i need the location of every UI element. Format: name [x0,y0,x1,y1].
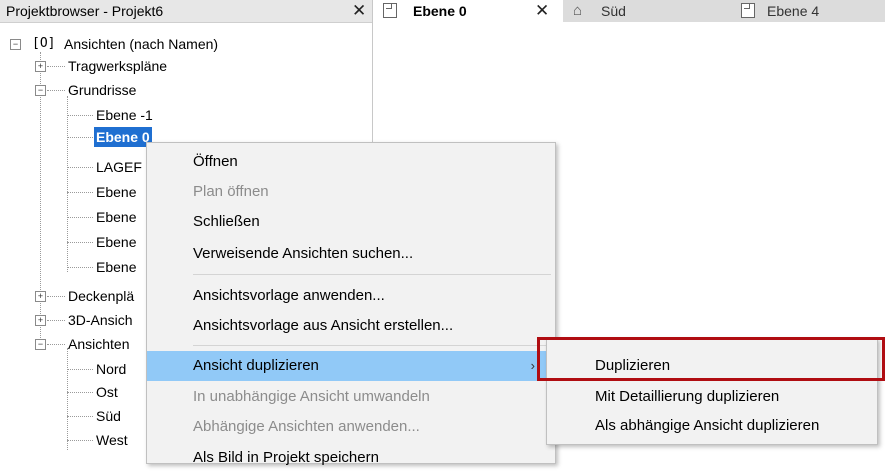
submenu-item-mit-detaillierung[interactable]: Mit Detaillierung duplizieren [547,382,877,412]
submenu-item-label: Duplizieren [595,357,671,374]
menu-separator [193,274,551,275]
duplicate-submenu: Duplizieren Mit Detaillierung dupliziere… [546,338,878,445]
tree-node-label: Grundrisse [68,82,137,98]
tab-label: Ebene 0 [413,3,467,19]
menu-item-abhaengige-ansichten: Abhängige Ansichten anwenden... [147,412,555,442]
elevation-icon: ⌂ [573,2,583,19]
submenu-item-label: Als abhängige Ansicht duplizieren [595,417,820,434]
project-browser-title: Projektbrowser - Projekt6 [6,3,164,19]
expand-icon[interactable]: + [35,315,46,326]
tab-ebene-4[interactable]: Ebene 4 [733,0,885,22]
menu-item-label: Als Bild in Projekt speichern [193,449,379,466]
tree-node-label: 3D-Ansich [68,312,133,328]
menu-item-label: In unabhängige Ansicht umwandeln [193,388,430,405]
menu-item-oeffnen[interactable]: Öffnen [147,147,555,177]
tree-item-label: Ebene [96,259,137,275]
menu-item-plan-oeffnen: Plan öffnen [147,177,555,207]
expand-icon[interactable]: + [35,61,46,72]
tree-item-label: Ebene [96,209,137,225]
context-menu: Öffnen Plan öffnen Schließen Verweisende… [146,142,556,466]
collapse-icon[interactable]: − [35,85,46,96]
menu-item-label: Plan öffnen [193,183,269,200]
menu-item-als-bild-speichern[interactable]: Als Bild in Projekt speichern [147,443,555,473]
menu-separator [193,345,551,346]
menu-item-ansichtsvorlage-anwenden[interactable]: Ansichtsvorlage anwenden... [147,281,555,311]
chevron-right-icon: › [530,358,535,373]
view-tab-bar: Ebene 0 ✕ ⌂ Süd Ebene 4 [373,0,885,22]
submenu-item-duplizieren[interactable]: Duplizieren [547,351,877,381]
menu-item-label: Abhängige Ansichten anwenden... [193,418,420,435]
floor-plan-icon [383,3,397,18]
tab-sued[interactable]: ⌂ Süd [563,0,733,22]
menu-item-ansicht-duplizieren[interactable]: Ansicht duplizieren › [147,351,555,381]
tree-item-label: West [96,432,128,448]
floor-plan-icon [741,3,755,18]
tree-node-label: Deckenplä [68,288,135,304]
tree-item-label: Ebene 0 [94,127,152,147]
tree-node-label: Ansichten (nach Namen) [64,36,219,52]
tab-label: Süd [601,3,626,19]
menu-item-label: Schließen [193,213,260,230]
tree-guide-line [67,348,68,450]
expand-icon[interactable]: + [35,291,46,302]
menu-item-unabhaengige-ansicht: In unabhängige Ansicht umwandeln [147,382,555,412]
tree-item-label: Ebene -1 [96,107,153,123]
tree-node-label: Ansichten [68,336,130,352]
menu-item-ansichtsvorlage-erstellen[interactable]: Ansichtsvorlage aus Ansicht erstellen... [147,311,555,341]
tree-item-label: Ebene [96,184,137,200]
menu-item-label: Ansichtsvorlage aus Ansicht erstellen... [193,317,454,334]
tree-item-label: Ost [96,384,118,400]
submenu-item-als-abhaengige-ansicht[interactable]: Als abhängige Ansicht duplizieren [547,411,877,441]
close-icon[interactable]: ✕ [352,2,366,19]
tree-item-label: Süd [96,408,121,424]
menu-item-verweisende-ansichten[interactable]: Verweisende Ansichten suchen... [147,239,555,269]
tab-label: Ebene 4 [767,3,820,19]
close-icon[interactable]: ✕ [535,2,549,19]
menu-item-label: Öffnen [193,153,238,170]
tree-item-label: Ebene [96,234,137,250]
project-browser-title-bar: Projektbrowser - Projekt6 ✕ [0,0,372,23]
tree-node-label: Tragwerkspläne [68,58,168,74]
menu-item-schliessen[interactable]: Schließen [147,207,555,237]
collapse-icon[interactable]: − [10,39,21,50]
tree-item-label: Nord [96,361,127,377]
views-icon: [O] [32,36,56,51]
submenu-item-label: Mit Detaillierung duplizieren [595,388,780,405]
tab-ebene-0[interactable]: Ebene 0 ✕ [373,0,561,22]
tree-guide-line [67,96,68,272]
menu-item-label: Ansichtsvorlage anwenden... [193,287,385,304]
collapse-icon[interactable]: − [35,339,46,350]
menu-item-label: Verweisende Ansichten suchen... [193,245,414,262]
menu-item-label: Ansicht duplizieren [193,357,319,374]
tree-item-label: LAGEF [96,159,142,175]
